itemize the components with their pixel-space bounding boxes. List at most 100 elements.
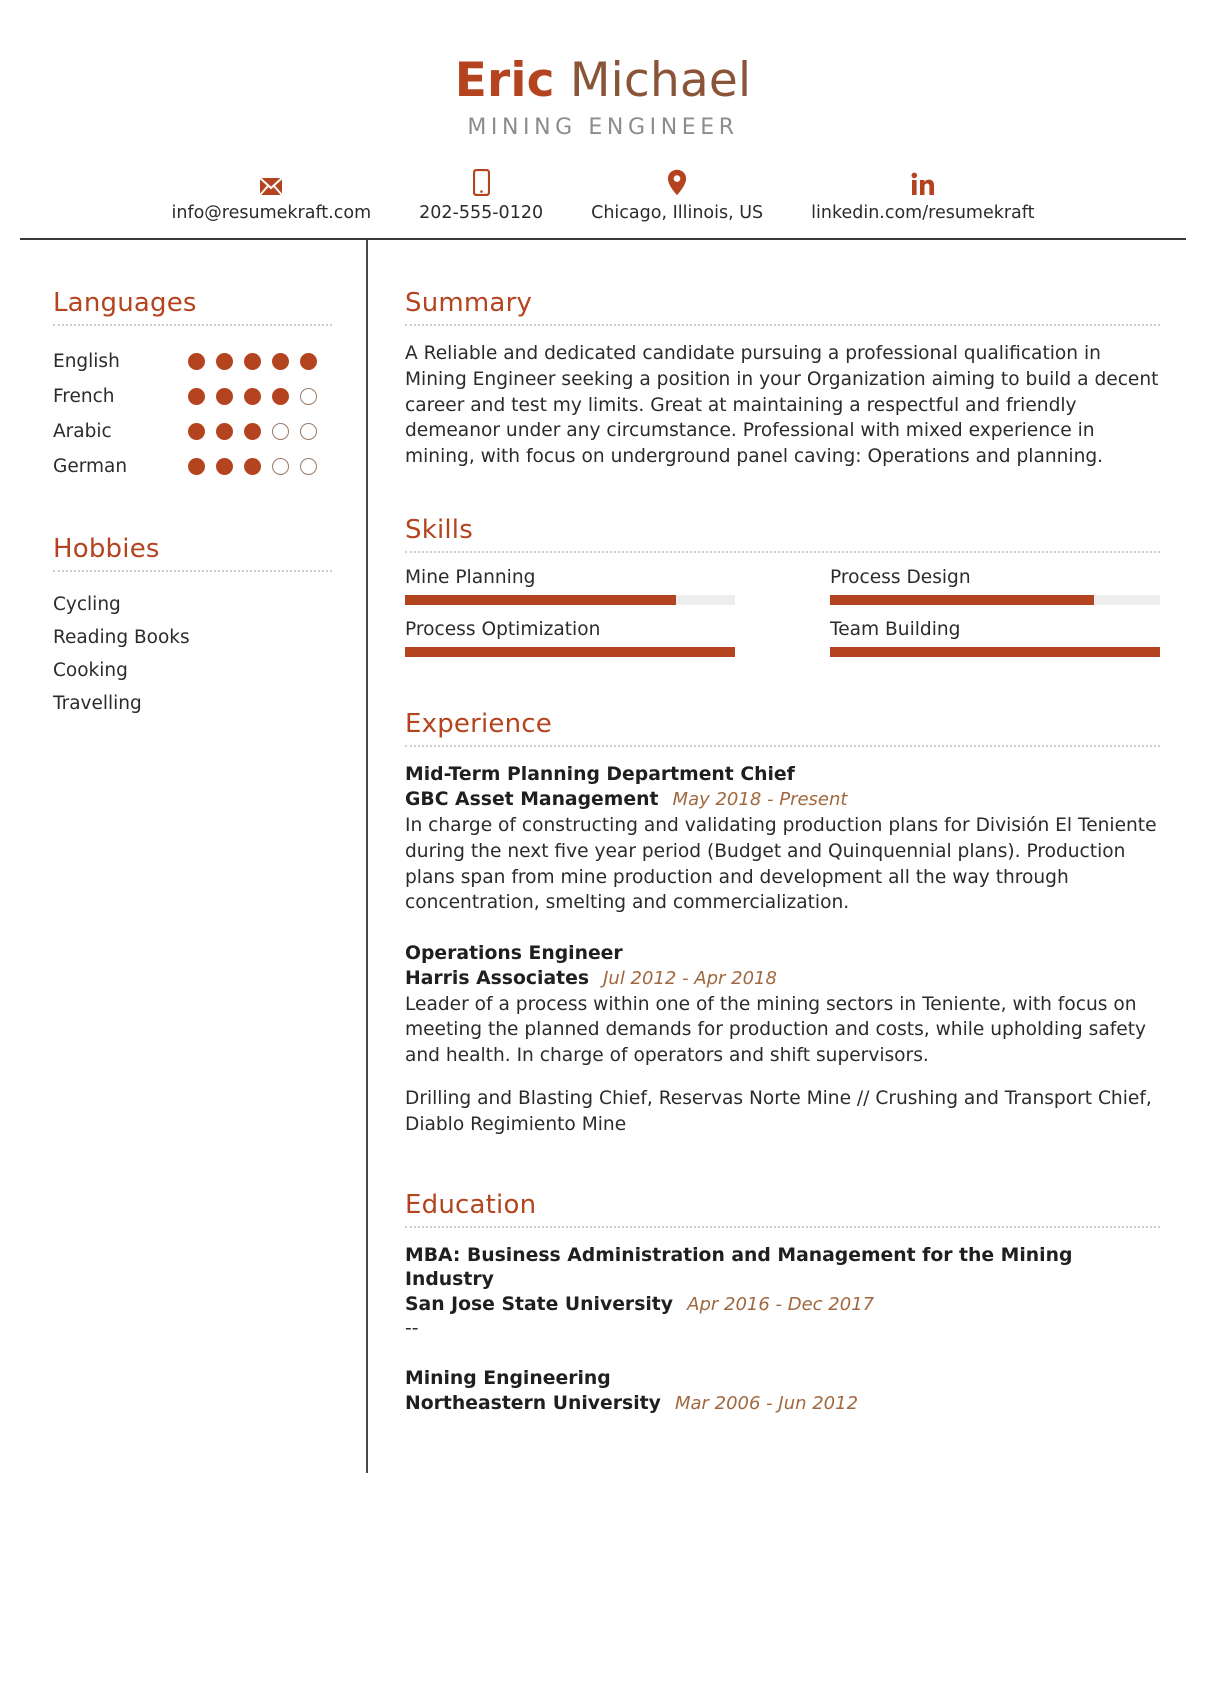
rating-dot	[188, 458, 205, 476]
languages-section-rule	[53, 324, 332, 327]
experience-dates: May 2018 - Present	[672, 789, 848, 811]
rating-dot	[272, 388, 289, 406]
language-row: French	[53, 379, 332, 414]
skill-progress-track	[830, 647, 1160, 658]
contact-phone[interactable]: 202-555-0120	[395, 169, 567, 224]
main-column: Summary A Reliable and dedicated candida…	[368, 240, 1196, 1480]
rating-dot	[216, 353, 233, 371]
skill-label: Process Design	[830, 567, 971, 589]
skill-progress-fill	[405, 647, 735, 658]
list-item: Travelling	[53, 693, 142, 715]
skill-item: Team Building	[830, 619, 1160, 658]
envelope-icon	[259, 170, 284, 197]
experience-entry: Operations Engineer Harris Associates Ju…	[405, 942, 1160, 1138]
list-item: Cycling	[53, 594, 121, 616]
rating-dot	[244, 458, 261, 476]
skill-progress-fill	[405, 595, 676, 606]
rating-dot	[300, 458, 317, 476]
education-school-line: Northeastern University Mar 2006 - Jun 2…	[405, 1391, 1160, 1416]
contact-phone-text: 202-555-0120	[419, 203, 544, 224]
hobbies-section-rule	[53, 570, 332, 573]
experience-section-title: Experience	[405, 709, 552, 740]
rating-dot	[216, 388, 233, 406]
rating-dot	[188, 388, 205, 406]
experience-org-line: Harris Associates Jul 2012 - Apr 2018	[405, 966, 1160, 991]
language-label: English	[53, 351, 120, 373]
rating-dot	[300, 423, 317, 441]
contact-email-text: info@resumekraft.com	[171, 203, 372, 224]
skills-section: Skills Mine Planning Process Design Proc…	[405, 515, 1160, 658]
hobbies-list: Cycling Reading Books Cooking Travelling	[53, 588, 332, 720]
education-school: Northeastern University	[405, 1392, 661, 1414]
skill-progress-track	[830, 595, 1160, 606]
education-section: Education MBA: Business Administration a…	[405, 1190, 1160, 1416]
education-entry: MBA: Business Administration and Managem…	[405, 1244, 1160, 1341]
skill-progress-fill	[830, 595, 1094, 606]
linkedin-icon	[911, 170, 935, 196]
education-degree: MBA: Business Administration and Managem…	[405, 1244, 1073, 1290]
language-rating-french	[188, 388, 317, 406]
skill-progress-fill	[830, 647, 1160, 658]
rating-dot	[272, 458, 289, 476]
skill-item: Mine Planning	[405, 567, 735, 606]
summary-text: A Reliable and dedicated candidate pursu…	[405, 343, 1159, 467]
skill-progress-track	[405, 647, 735, 658]
resume-body: Languages English French Arabic German H…	[10, 240, 1196, 1480]
skill-item: Process Design	[830, 567, 1160, 606]
skill-progress-track	[405, 595, 735, 606]
experience-position: Operations Engineer	[405, 942, 623, 964]
language-label: German	[53, 456, 128, 478]
hobbies-section-title: Hobbies	[53, 534, 160, 565]
languages-list: English French Arabic German	[53, 344, 332, 484]
skill-label: Process Optimization	[405, 619, 601, 641]
rating-dot	[272, 353, 289, 371]
education-section-title: Education	[405, 1189, 537, 1220]
skills-section-rule	[405, 551, 1160, 554]
rating-dot	[216, 458, 233, 476]
contact-linkedin[interactable]: linkedin.com/resumekraft	[787, 170, 1058, 223]
experience-section-rule	[405, 745, 1160, 748]
language-label: Arabic	[53, 421, 112, 443]
education-school-line: San Jose State University Apr 2016 - Dec…	[405, 1292, 1160, 1317]
education-entry: Mining Engineering Northeastern Universi…	[405, 1367, 1160, 1416]
rating-dot	[216, 423, 233, 441]
skills-grid: Mine Planning Process Design Process Opt…	[405, 567, 1160, 658]
skills-section-title: Skills	[405, 515, 473, 546]
contact-email[interactable]: info@resumekraft.com	[147, 170, 395, 223]
candidate-job-title: MINING ENGINEER	[467, 115, 739, 141]
education-dates: Apr 2016 - Dec 2017	[687, 1293, 875, 1315]
mobile-phone-icon	[472, 169, 490, 197]
contact-linkedin-text: linkedin.com/resumekraft	[811, 203, 1035, 224]
rating-dot	[244, 353, 261, 371]
skill-label: Mine Planning	[405, 567, 536, 589]
language-row: English	[53, 344, 332, 379]
candidate-first-name: Eric	[454, 53, 555, 108]
language-row: Arabic	[53, 414, 332, 449]
education-section-rule	[405, 1225, 1160, 1228]
rating-dot	[272, 423, 289, 441]
candidate-name: Eric Michael	[10, 56, 1196, 105]
experience-description: Leader of a process within one of the mi…	[405, 993, 1147, 1066]
sidebar-column: Languages English French Arabic German H…	[10, 240, 366, 1480]
experience-section: Experience Mid-Term Planning Department …	[405, 709, 1160, 1137]
experience-org-line: GBC Asset Management May 2018 - Present	[405, 787, 1160, 812]
contact-location-text: Chicago, Illinois, US	[591, 203, 764, 224]
experience-company: Harris Associates	[405, 967, 590, 989]
contact-location[interactable]: Chicago, Illinois, US	[567, 170, 787, 223]
experience-entry: Mid-Term Planning Department Chief GBC A…	[405, 763, 1160, 915]
rating-dot	[188, 423, 205, 441]
language-row: German	[53, 449, 332, 484]
resume-sheet: Eric Michael MINING ENGINEER info@resume…	[10, 10, 1196, 1694]
language-rating-german	[188, 458, 317, 476]
experience-description: In charge of constructing and validating…	[405, 815, 1157, 914]
contact-row: info@resumekraft.com 202-555-0120 Chicag…	[10, 169, 1196, 224]
language-label: French	[53, 386, 115, 408]
summary-section: Summary A Reliable and dedicated candida…	[405, 288, 1160, 469]
list-item: Cooking	[53, 660, 128, 682]
list-item: Reading Books	[53, 627, 190, 649]
education-degree: Mining Engineering	[405, 1367, 611, 1389]
education-note: --	[405, 1317, 419, 1339]
experience-additional-roles: Drilling and Blasting Chief, Reservas No…	[405, 1088, 1152, 1136]
experience-company: GBC Asset Management	[405, 789, 659, 811]
summary-section-title: Summary	[405, 288, 533, 319]
